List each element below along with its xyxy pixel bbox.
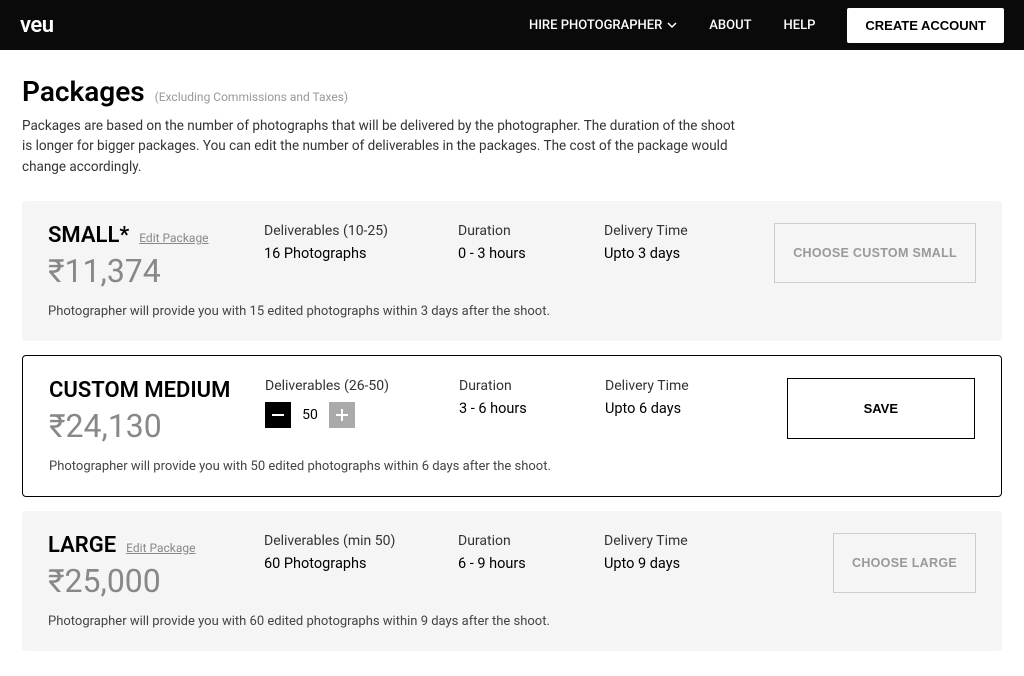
- duration-value: 0 - 3 hours: [458, 245, 604, 262]
- nav-hire-photographer[interactable]: HIRE PHOTOGRAPHER: [529, 18, 677, 33]
- stepper-minus-button[interactable]: [265, 402, 291, 428]
- deliverables-label: Deliverables (min 50): [264, 533, 458, 549]
- save-button[interactable]: SAVE: [787, 378, 975, 439]
- package-card-large: LARGE Edit Package ₹25,000 Deliverables …: [22, 511, 1002, 651]
- stepper-value: 50: [291, 402, 329, 428]
- deliverables-value: 60 Photographs: [264, 555, 458, 572]
- create-account-button[interactable]: CREATE ACCOUNT: [847, 8, 1004, 43]
- edit-package-link[interactable]: Edit Package: [126, 541, 195, 555]
- choose-large-button[interactable]: CHOOSE LARGE: [833, 533, 976, 593]
- page-title: Packages: [22, 75, 145, 108]
- package-name: LARGE: [48, 533, 116, 558]
- duration-label: Duration: [458, 533, 604, 549]
- main-nav: HIRE PHOTOGRAPHER ABOUT HELP CREATE ACCO…: [529, 8, 1004, 43]
- logo[interactable]: veu: [20, 13, 54, 38]
- page-content: Packages (Excluding Commissions and Taxe…: [0, 50, 1024, 676]
- duration-label: Duration: [459, 378, 605, 394]
- plus-icon: [336, 409, 348, 421]
- duration-value: 6 - 9 hours: [458, 555, 604, 572]
- package-price: ₹11,374: [48, 252, 264, 290]
- package-name: SMALL*: [48, 223, 129, 248]
- page-description: Packages are based on the number of phot…: [22, 116, 742, 177]
- nav-hire-label: HIRE PHOTOGRAPHER: [529, 18, 662, 33]
- minus-icon: [272, 414, 284, 416]
- delivery-label: Delivery Time: [605, 378, 775, 394]
- delivery-value: Upto 3 days: [604, 245, 774, 262]
- delivery-label: Delivery Time: [604, 223, 774, 239]
- delivery-value: Upto 6 days: [605, 400, 775, 417]
- package-price: ₹25,000: [48, 562, 264, 600]
- deliverables-label: Deliverables (26-50): [265, 378, 459, 394]
- chevron-down-icon: [667, 20, 677, 30]
- nav-help[interactable]: HELP: [784, 18, 816, 33]
- package-note: Photographer will provide you with 15 ed…: [48, 304, 976, 319]
- duration-label: Duration: [458, 223, 604, 239]
- nav-about[interactable]: ABOUT: [709, 18, 751, 33]
- quantity-stepper: 50: [265, 402, 459, 428]
- page-title-row: Packages (Excluding Commissions and Taxe…: [22, 75, 1002, 108]
- delivery-value: Upto 9 days: [604, 555, 774, 572]
- page-subtitle: (Excluding Commissions and Taxes): [155, 90, 348, 104]
- package-note: Photographer will provide you with 60 ed…: [48, 614, 976, 629]
- duration-value: 3 - 6 hours: [459, 400, 605, 417]
- package-card-small: SMALL* Edit Package ₹11,374 Deliverables…: [22, 201, 1002, 341]
- package-note: Photographer will provide you with 50 ed…: [49, 459, 975, 474]
- package-name: CUSTOM MEDIUM: [49, 378, 230, 403]
- package-price: ₹24,130: [49, 407, 265, 445]
- delivery-label: Delivery Time: [604, 533, 774, 549]
- deliverables-label: Deliverables (10-25): [264, 223, 458, 239]
- packages-list: SMALL* Edit Package ₹11,374 Deliverables…: [22, 201, 1002, 651]
- package-card-medium: CUSTOM MEDIUM ₹24,130 Deliverables (26-5…: [22, 355, 1002, 497]
- deliverables-value: 16 Photographs: [264, 245, 458, 262]
- edit-package-link[interactable]: Edit Package: [139, 231, 208, 245]
- site-header: veu HIRE PHOTOGRAPHER ABOUT HELP CREATE …: [0, 0, 1024, 50]
- stepper-plus-button[interactable]: [329, 402, 355, 428]
- choose-small-button[interactable]: CHOOSE CUSTOM SMALL: [774, 223, 976, 283]
